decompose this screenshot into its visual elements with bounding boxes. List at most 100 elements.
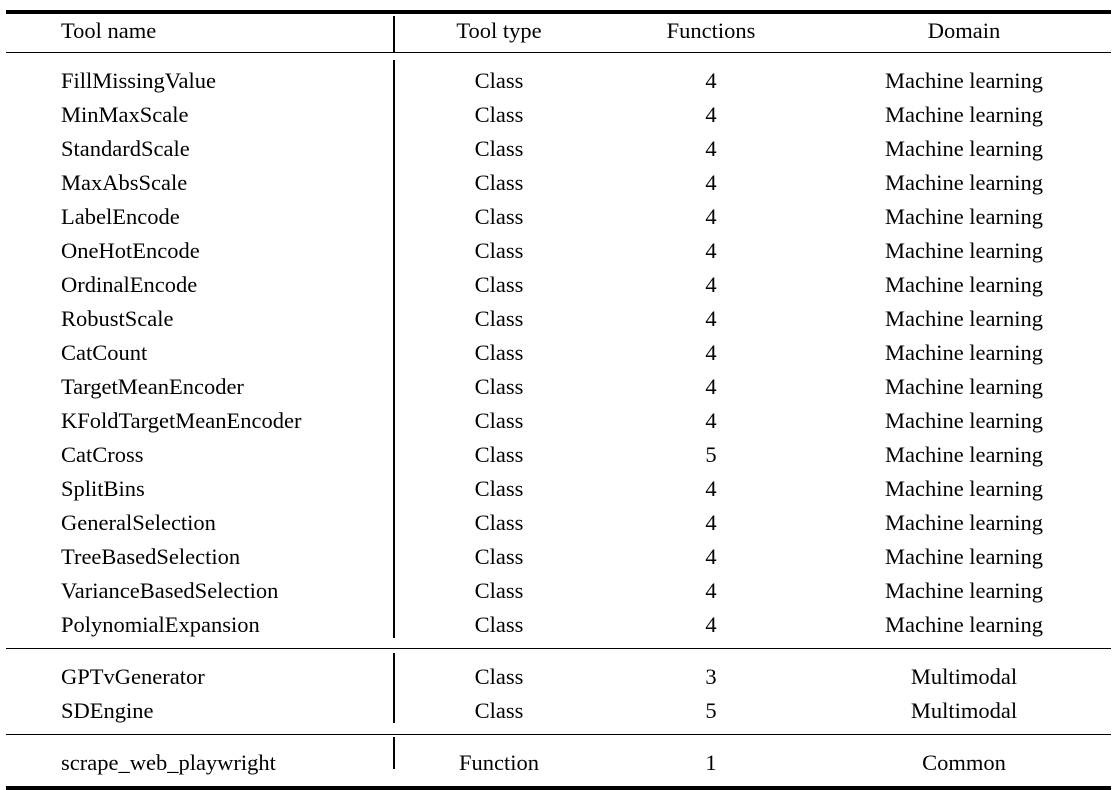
table-row: scrape_web_playwright Function 1 Common [6, 734, 1111, 790]
cell-tool-type: Class [474, 475, 524, 501]
cell-functions: 4 [705, 577, 717, 603]
table-row: SplitBins Class 4 Machine learning [6, 472, 1111, 506]
cell-functions: 4 [705, 475, 717, 501]
table-body-multimodal: GPTvGenerator Class 3 Multimodal SDEngin… [6, 648, 1111, 735]
cell-tool-type: Class [474, 339, 524, 365]
cell-tool-name: StandardScale [61, 135, 190, 161]
cell-tool-type: Class [474, 271, 524, 297]
cell-domain: Machine learning [884, 305, 1044, 331]
cell-functions: 4 [705, 203, 717, 229]
table-row: VarianceBasedSelection Class 4 Machine l… [6, 574, 1111, 608]
cell-tool-type: Class [474, 373, 524, 399]
table-row: CatCross Class 5 Machine learning [6, 438, 1111, 472]
cell-tool-type: Class [474, 407, 524, 433]
table-row: OrdinalEncode Class 4 Machine learning [6, 268, 1111, 302]
cell-tool-type: Class [474, 305, 524, 331]
table-row: FillMissingValue Class 4 Machine learnin… [6, 52, 1111, 98]
cell-functions: 4 [705, 135, 717, 161]
cell-domain: Machine learning [884, 169, 1044, 195]
cell-functions: 4 [705, 169, 717, 195]
cell-tool-name: OneHotEncode [61, 237, 200, 263]
header-row: Tool name Tool type Functions Domain [6, 10, 1111, 53]
cell-functions: 4 [705, 407, 717, 433]
cell-functions: 3 [705, 663, 717, 689]
cell-tool-name: GeneralSelection [61, 509, 216, 535]
table-row: OneHotEncode Class 4 Machine learning [6, 234, 1111, 268]
table-row: PolynomialExpansion Class 4 Machine lear… [6, 607, 1111, 649]
cell-tool-type: Class [474, 169, 524, 195]
table-body-machine-learning: FillMissingValue Class 4 Machine learnin… [6, 52, 1111, 649]
cell-tool-name: scrape_web_playwright [6, 734, 393, 790]
column-header-tool-name: Tool name [6, 10, 393, 53]
table-row: KFoldTargetMeanEncoder Class 4 Machine l… [6, 404, 1111, 438]
cell-tool-type: Class [474, 543, 524, 569]
column-divider-machine-learning [393, 60, 395, 638]
cell-tool-name: TreeBasedSelection [61, 543, 241, 569]
cell-tool-name: KFoldTargetMeanEncoder [61, 407, 302, 433]
cell-tool-type: Class [474, 203, 524, 229]
cell-tool-type: Class [474, 663, 524, 689]
cell-tool-type: Class [474, 237, 524, 263]
cell-domain: Machine learning [884, 543, 1044, 569]
cell-functions: 4 [705, 305, 717, 331]
table-row: GeneralSelection Class 4 Machine learnin… [6, 506, 1111, 540]
cell-domain: Machine learning [884, 67, 1044, 93]
table-row: MinMaxScale Class 4 Machine learning [6, 98, 1111, 132]
cell-domain: Machine learning [884, 475, 1044, 501]
cell-tool-type: Class [474, 509, 524, 535]
cell-domain: Machine learning [817, 607, 1111, 649]
column-divider-common [393, 737, 395, 769]
table-row: LabelEncode Class 4 Machine learning [6, 200, 1111, 234]
cell-tool-name: CatCount [61, 339, 148, 365]
tools-table: Tool name Tool type Functions Domain Fil… [6, 10, 1111, 790]
table-container: Tool name Tool type Functions Domain Fil… [0, 0, 1118, 790]
cell-tool-name: VarianceBasedSelection [61, 577, 279, 603]
cell-functions: 4 [705, 271, 717, 297]
cell-tool-name: RobustScale [61, 305, 174, 331]
table-row: StandardScale Class 4 Machine learning [6, 132, 1111, 166]
table-row: RobustScale Class 4 Machine learning [6, 302, 1111, 336]
cell-tool-type: Function [393, 734, 605, 790]
cell-functions: 5 [605, 693, 817, 735]
column-header-functions: Functions [605, 10, 817, 53]
cell-functions: 4 [705, 339, 717, 365]
cell-tool-name: TargetMeanEncoder [61, 373, 244, 399]
cell-domain: Machine learning [884, 101, 1044, 127]
cell-tool-name: FillMissingValue [61, 67, 217, 93]
cell-functions: 4 [705, 543, 717, 569]
cell-tool-type: Class [393, 607, 605, 649]
cell-domain: Machine learning [884, 577, 1044, 603]
column-divider-multimodal [393, 653, 395, 723]
cell-domain: Common [817, 734, 1111, 790]
cell-domain: Machine learning [884, 339, 1044, 365]
cell-tool-name: PolynomialExpansion [6, 607, 393, 649]
column-header-domain: Domain [817, 10, 1111, 53]
cell-domain: Multimodal [817, 693, 1111, 735]
cell-domain: Machine learning [884, 271, 1044, 297]
table-row: SDEngine Class 5 Multimodal [6, 693, 1111, 735]
cell-domain: Machine learning [884, 237, 1044, 263]
cell-tool-type: Class [393, 693, 605, 735]
cell-tool-name: SplitBins [61, 475, 145, 501]
table-row: CatCount Class 4 Machine learning [6, 336, 1111, 370]
cell-functions: 5 [705, 441, 717, 467]
table-row: MaxAbsScale Class 4 Machine learning [6, 166, 1111, 200]
cell-domain: Machine learning [884, 135, 1044, 161]
table-row: TargetMeanEncoder Class 4 Machine learni… [6, 370, 1111, 404]
cell-tool-type: Class [474, 577, 524, 603]
cell-tool-name: OrdinalEncode [61, 271, 198, 297]
cell-domain: Multimodal [910, 663, 1018, 689]
cell-functions: 4 [705, 509, 717, 535]
cell-tool-type: Class [474, 67, 524, 93]
cell-domain: Machine learning [884, 407, 1044, 433]
cell-tool-name: SDEngine [6, 693, 393, 735]
cell-tool-type: Class [474, 101, 524, 127]
cell-functions: 4 [705, 67, 717, 93]
cell-domain: Machine learning [884, 373, 1044, 399]
table-row: GPTvGenerator Class 3 Multimodal [6, 648, 1111, 694]
cell-tool-name: CatCross [61, 441, 144, 467]
cell-domain: Machine learning [884, 203, 1044, 229]
cell-tool-name: LabelEncode [61, 203, 180, 229]
table-body-common: scrape_web_playwright Function 1 Common [6, 734, 1111, 790]
column-header-tool-type: Tool type [393, 10, 605, 53]
